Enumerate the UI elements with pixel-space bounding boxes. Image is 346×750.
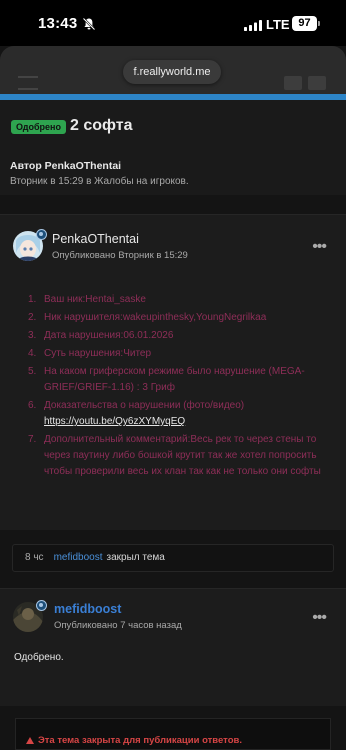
event-action: закрыл тема (106, 552, 165, 563)
post: mefidboost Опубликовано 7 часов назад ••… (0, 588, 346, 706)
more-options-icon[interactable]: ••• (312, 610, 327, 626)
post-author[interactable]: mefidboost (54, 602, 121, 616)
thread-author[interactable]: Автор PenkaOThentai (10, 160, 121, 172)
verified-badge-icon (36, 600, 47, 611)
status-time: 13:43 (38, 15, 78, 32)
bell-muted-icon (82, 17, 96, 31)
browser-header: f.reallyworld.me (0, 46, 346, 94)
post-author[interactable]: PenkaOThentai (52, 232, 139, 246)
header-actions (278, 76, 334, 90)
search-icon[interactable] (284, 76, 302, 90)
list-item: 5. На каком гриферском режиме было наруше… (28, 366, 305, 393)
closed-notice: Эта тема закрыта для публикации ответов. (15, 718, 331, 750)
network-type: LTE (266, 17, 290, 32)
event-user[interactable]: mefidboost (54, 552, 103, 563)
list-item: 4. Суть нарушения:Читер (28, 348, 152, 359)
post-timestamp[interactable]: Опубликовано 7 часов назад (54, 620, 182, 631)
event-time: 8 чс (25, 552, 44, 563)
video-link[interactable]: https://youtu.be/Qy6zXYMyqEQ (44, 416, 185, 427)
battery-icon: 97 (292, 16, 320, 31)
thread-meta-text[interactable]: Вторник в 15:29 в Жалобы на игроков. (10, 176, 189, 187)
account-icon[interactable] (308, 76, 326, 90)
closed-notice-text: Эта тема закрыта для публикации ответов. (38, 735, 242, 746)
list-item: 2. Ник нарушителя:wakeupinthesky,YoungNeg… (28, 312, 267, 323)
post-body: Одобрено. (14, 652, 64, 663)
cellular-signal-icon (244, 20, 262, 31)
status-badge: Одобрено (11, 120, 66, 134)
thread-meta: Вторник в 15:29 в Жалобы на игроков. (10, 176, 189, 187)
list-item: 1. Ваш ник:Hentai_saske (28, 294, 146, 305)
list-item: 3. Дата нарушения:06.01.2026 (28, 330, 174, 341)
closed-notice-area: Эта тема закрыта для публикации ответов. (0, 706, 346, 750)
post-timestamp[interactable]: Опубликовано Вторник в 15:29 (52, 250, 188, 261)
url-bar[interactable]: f.reallyworld.me (123, 60, 221, 84)
post: PenkaOThentai Опубликовано Вторник в 15:… (0, 214, 346, 530)
more-options-icon[interactable]: ••• (312, 239, 327, 255)
thread-closed-event: 8 чс mefidboost закрыл тема (12, 544, 334, 572)
list-item: 7. Дополнительный комментарий:Весь рек то… (28, 434, 321, 477)
verified-badge-icon (36, 229, 47, 240)
post-body-list: 1. Ваш ник:Hentai_saske 2. Ник нарушителя:… (20, 292, 325, 482)
page-title: 2 софта (70, 117, 133, 134)
warning-icon (26, 737, 34, 744)
list-item: 6. Доказательства о нарушении (фото/видео… (28, 400, 245, 427)
menu-icon[interactable] (18, 76, 38, 90)
thread-header: Одобрено 2 софта Автор PenkaOThentai Вто… (0, 100, 346, 195)
status-bar: 13:43 LTE 97 (0, 0, 346, 46)
